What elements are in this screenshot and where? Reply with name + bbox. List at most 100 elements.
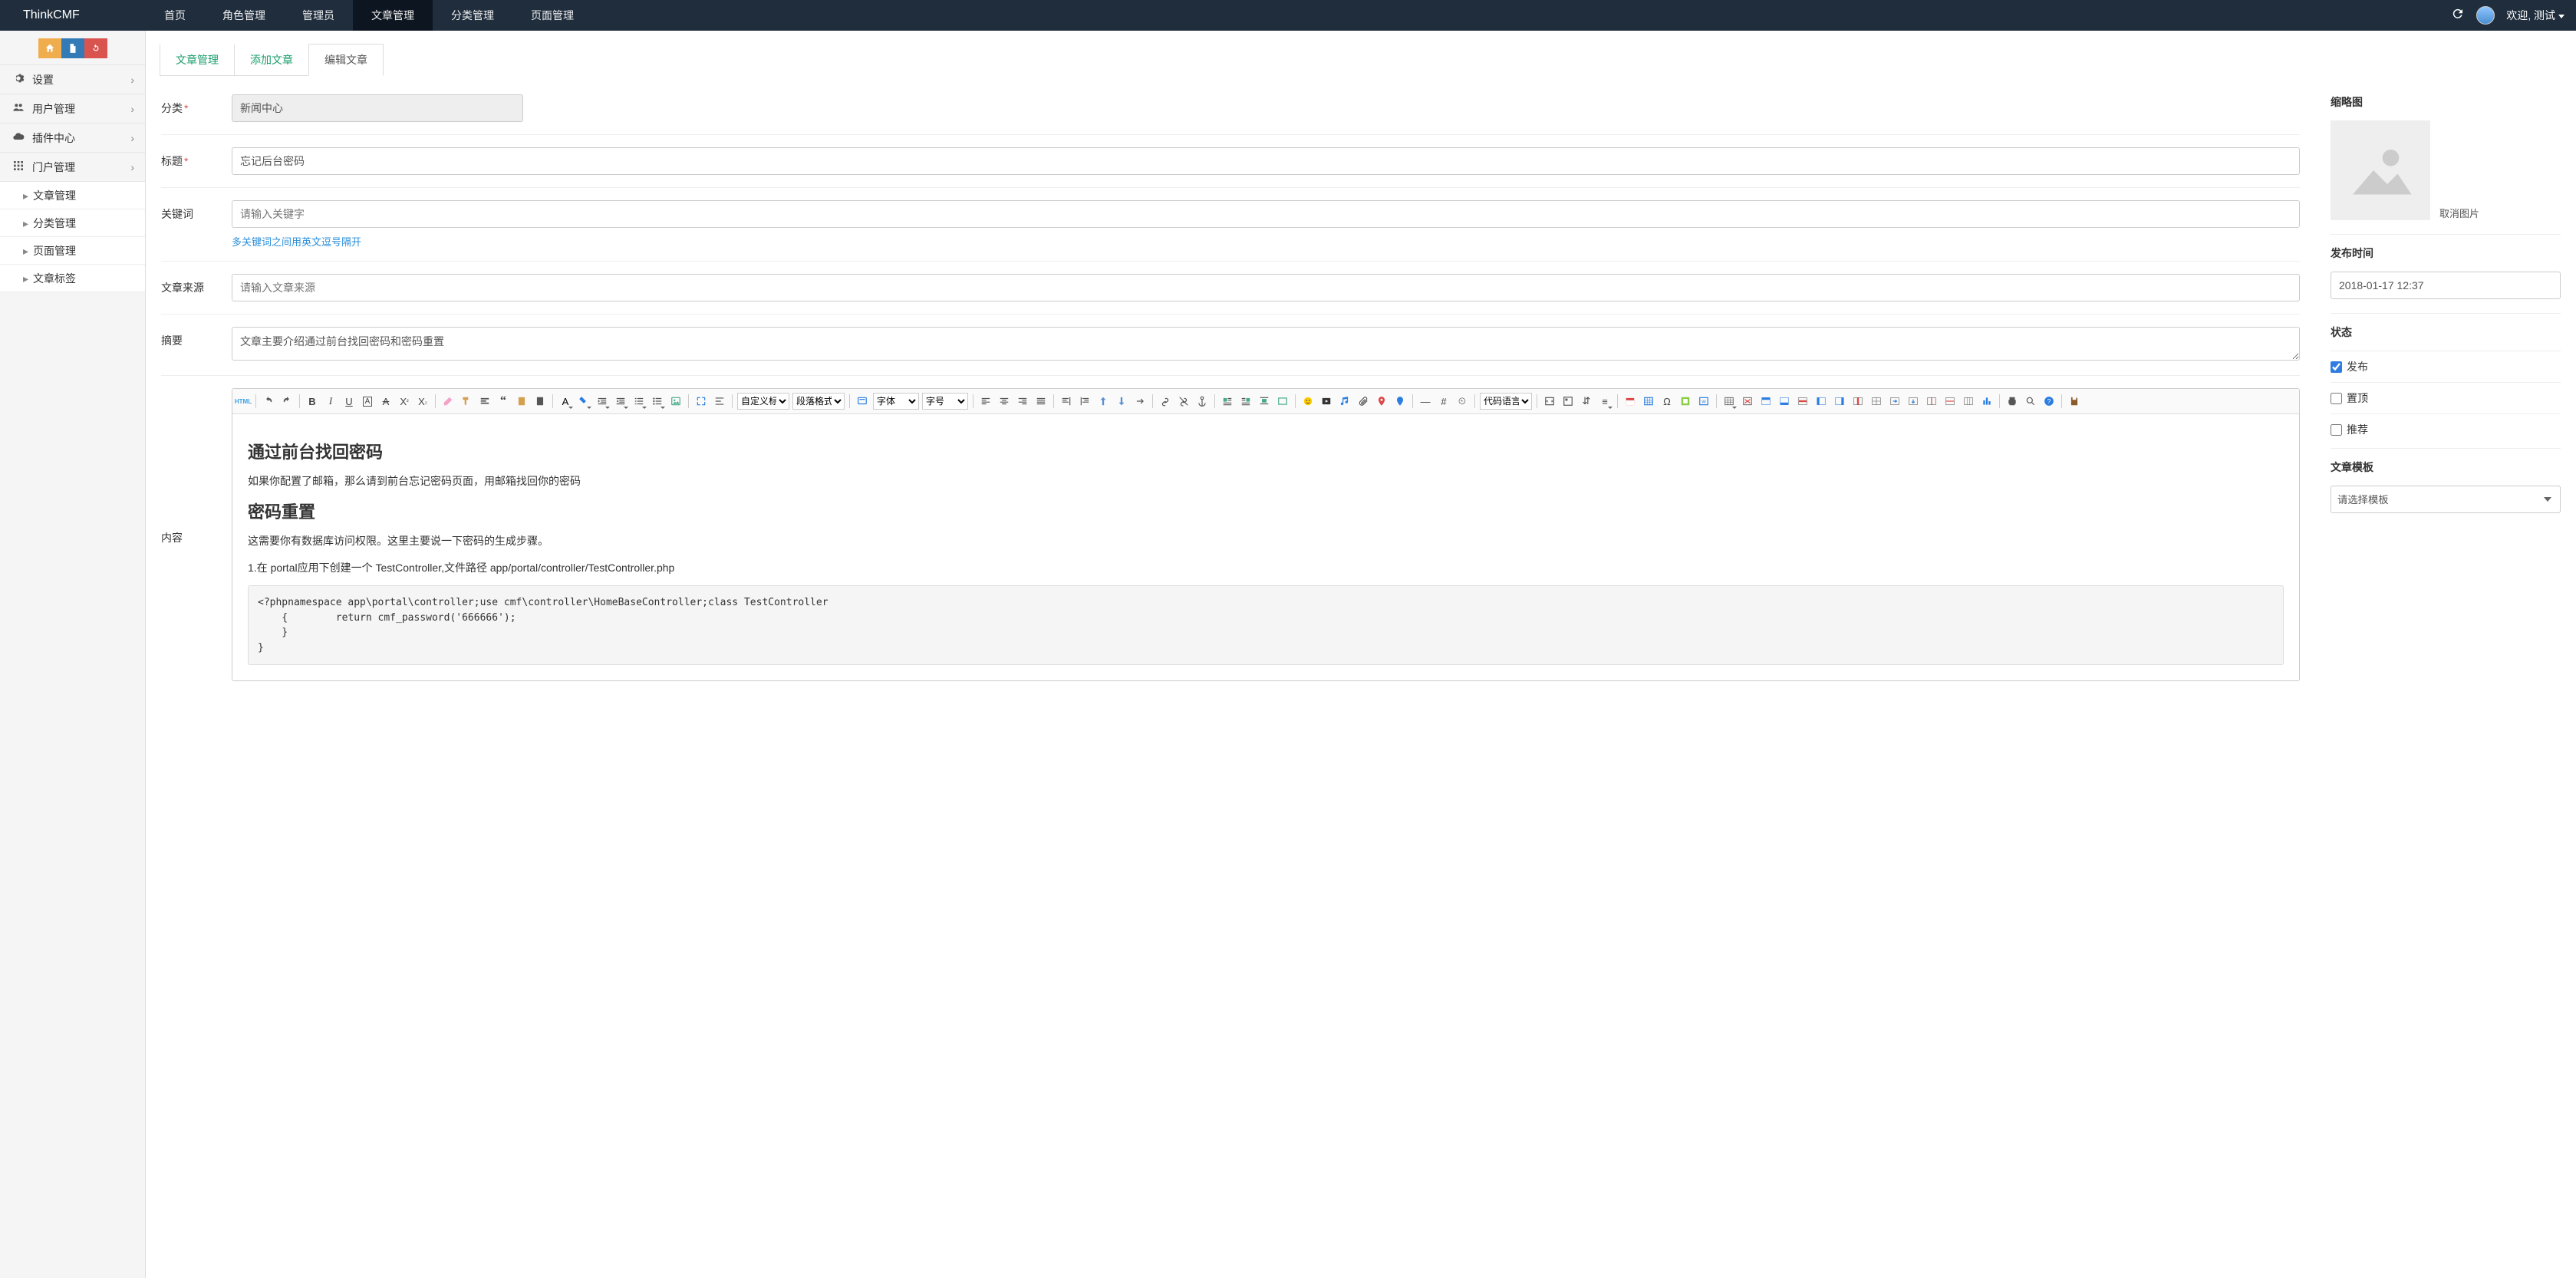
keywords-input[interactable] <box>232 200 2300 228</box>
splitrow-icon[interactable] <box>1942 393 1958 410</box>
redo-icon[interactable] <box>278 393 295 410</box>
sidebar-sub-3-2[interactable]: ▸页面管理 <box>0 237 145 265</box>
inserttable-icon[interactable] <box>1721 393 1738 410</box>
recommend-checkbox-row[interactable]: 推荐 <box>2331 413 2561 445</box>
strike-icon[interactable]: A <box>377 393 394 410</box>
top-menu-5[interactable]: 页面管理 <box>512 0 592 31</box>
tab-2[interactable]: 编辑文章 <box>308 44 384 76</box>
italic-icon[interactable]: I <box>322 393 339 410</box>
imgcenter-icon[interactable] <box>1256 393 1273 410</box>
ac-icon[interactable] <box>996 393 1013 410</box>
editor-content[interactable]: 通过前台找回密码 如果你配置了邮箱，那么请到前台忘记密码页面，用邮箱找回你的密码… <box>232 414 2299 680</box>
insertrowb-icon[interactable] <box>1776 393 1793 410</box>
refresh-icon[interactable] <box>2451 7 2465 25</box>
source-input[interactable] <box>232 274 2300 301</box>
attach-icon[interactable] <box>1355 393 1372 410</box>
paste-icon[interactable] <box>513 393 530 410</box>
splitcell-icon[interactable] <box>1923 393 1940 410</box>
tab-0[interactable]: 文章管理 <box>160 44 235 75</box>
recycle-icon[interactable] <box>84 38 107 58</box>
pastetext-icon[interactable] <box>532 393 548 410</box>
top-menu-0[interactable]: 首页 <box>146 0 204 31</box>
sidebar-item-0[interactable]: 设置› <box>0 65 145 94</box>
up-icon[interactable] <box>1095 393 1112 410</box>
dir-icon[interactable] <box>711 393 728 410</box>
welcome-dropdown[interactable]: 欢迎, 测试 <box>2506 8 2564 23</box>
sidebar-item-3[interactable]: 门户管理› <box>0 153 145 182</box>
save-icon[interactable] <box>2066 393 2083 410</box>
map-icon[interactable] <box>1373 393 1390 410</box>
top-checkbox-row[interactable]: 置顶 <box>2331 382 2561 413</box>
toolbar-select-paragraph[interactable]: 段落格式 <box>792 393 845 410</box>
anchor-icon[interactable] <box>1194 393 1211 410</box>
hr-icon[interactable]: — <box>1417 393 1434 410</box>
insertcoll-icon[interactable] <box>1813 393 1830 410</box>
fullscreen-icon[interactable] <box>693 393 710 410</box>
eraser-icon[interactable] <box>440 393 456 410</box>
wordimg-icon[interactable]: W <box>1695 393 1712 410</box>
al-icon[interactable] <box>977 393 994 410</box>
down-icon[interactable] <box>1113 393 1130 410</box>
sidebar-sub-3-3[interactable]: ▸文章标签 <box>0 265 145 292</box>
codesample-icon[interactable] <box>1541 393 1558 410</box>
publish-time-input[interactable] <box>2331 272 2561 299</box>
music-icon[interactable] <box>1336 393 1353 410</box>
publish-checkbox-row[interactable]: 发布 <box>2331 351 2561 382</box>
charts-icon[interactable] <box>1978 393 1995 410</box>
title-input[interactable] <box>232 147 2300 175</box>
sidebar-sub-3-0[interactable]: ▸文章管理 <box>0 182 145 209</box>
snap-icon[interactable] <box>1677 393 1694 410</box>
template-select[interactable]: 请选择模板 <box>2331 486 2561 513</box>
bold-icon[interactable]: B <box>304 393 321 410</box>
bgcolor-icon[interactable] <box>575 393 592 410</box>
unlink-icon[interactable] <box>1175 393 1192 410</box>
top-menu-3[interactable]: 文章管理 <box>353 0 433 31</box>
ar-icon[interactable] <box>1014 393 1031 410</box>
recommend-checkbox[interactable] <box>2331 424 2342 436</box>
lineheight-icon[interactable]: ≡ <box>1596 393 1613 410</box>
file-icon[interactable] <box>61 38 84 58</box>
home-icon[interactable] <box>38 38 61 58</box>
toolbar-select-customTitle[interactable]: 自定义标题 <box>737 393 789 410</box>
sup-icon[interactable]: X² <box>396 393 413 410</box>
t2r-icon[interactable] <box>1076 393 1093 410</box>
sub-icon[interactable]: X₂ <box>414 393 431 410</box>
delcol-icon[interactable] <box>1850 393 1866 410</box>
formatbrush-icon[interactable] <box>458 393 475 410</box>
sidebar-item-2[interactable]: 插件中心› <box>0 124 145 153</box>
underline-icon[interactable]: U <box>341 393 357 410</box>
outdent-icon[interactable] <box>612 393 629 410</box>
insertcolr-icon[interactable] <box>1831 393 1848 410</box>
delrow-icon[interactable] <box>1794 393 1811 410</box>
indent-icon[interactable] <box>594 393 611 410</box>
top-menu-1[interactable]: 角色管理 <box>204 0 284 31</box>
sidebar-item-1[interactable]: 用户管理› <box>0 94 145 124</box>
thumbnail-placeholder[interactable] <box>2331 120 2430 220</box>
gmap-icon[interactable] <box>1392 393 1408 410</box>
insertrow-icon[interactable] <box>1757 393 1774 410</box>
calendar-icon[interactable] <box>1622 393 1639 410</box>
special-icon[interactable]: Ω <box>1659 393 1675 410</box>
avatar[interactable] <box>2476 6 2495 25</box>
ol-icon[interactable] <box>631 393 647 410</box>
t2l-icon[interactable] <box>1058 393 1075 410</box>
top-menu-2[interactable]: 管理员 <box>284 0 353 31</box>
print-icon[interactable] <box>2004 393 2021 410</box>
direction-icon[interactable] <box>1132 393 1148 410</box>
emoji-icon[interactable] <box>1300 393 1316 410</box>
tab-1[interactable]: 添加文章 <box>235 44 309 75</box>
imgnone-icon[interactable] <box>1274 393 1291 410</box>
blockquote-icon[interactable]: “ <box>495 393 512 410</box>
imgright-icon[interactable] <box>1237 393 1254 410</box>
html-icon[interactable]: HTML <box>235 393 252 410</box>
top-menu-4[interactable]: 分类管理 <box>433 0 512 31</box>
video-icon[interactable] <box>1318 393 1335 410</box>
undo-icon[interactable] <box>260 393 277 410</box>
template-icon[interactable] <box>1560 393 1576 410</box>
image-icon[interactable] <box>667 393 684 410</box>
mergecell-icon[interactable] <box>1868 393 1885 410</box>
imgleft-icon[interactable] <box>1219 393 1236 410</box>
category-input[interactable] <box>232 94 523 122</box>
color-icon[interactable]: A <box>557 393 574 410</box>
preview-icon[interactable] <box>854 393 871 410</box>
